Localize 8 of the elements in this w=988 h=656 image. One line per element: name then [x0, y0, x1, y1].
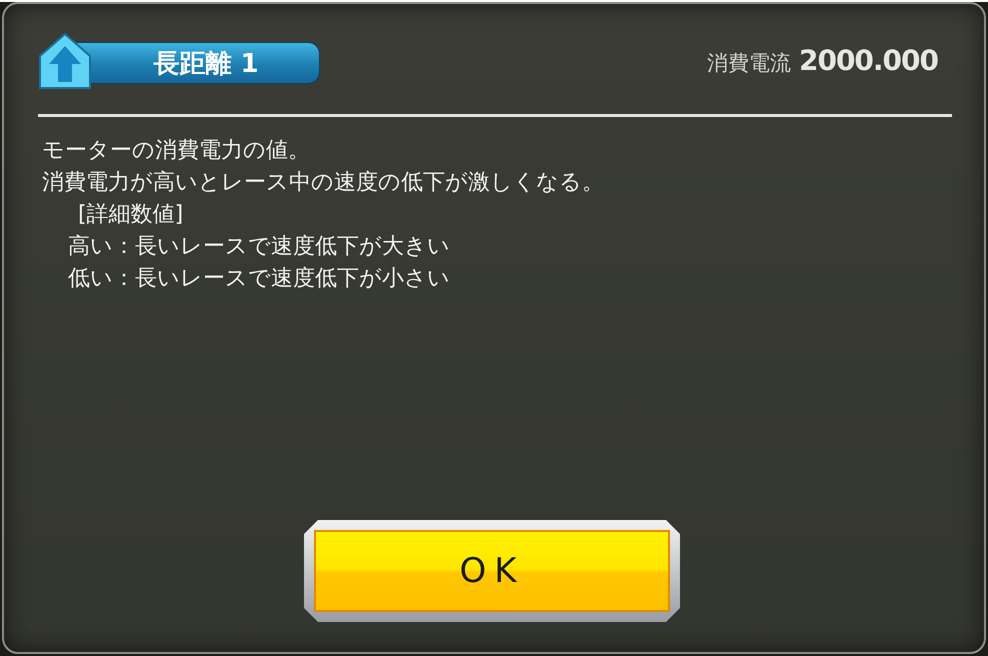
description-line: 消費電力が高いとレース中の速度の低下が激しくなる。: [41, 169, 605, 197]
description-line: モーターの消費電力の値。: [41, 137, 311, 165]
description-line: 低い：長いレースで速度低下が小さい: [67, 265, 451, 293]
description-line: 高い：長いレースで速度低下が大きい: [67, 233, 451, 261]
stat-label: 消費電流: [706, 50, 791, 76]
description-line: [詳細数値]: [77, 201, 184, 229]
house-arrow-icon: [38, 32, 92, 90]
stat-value: 2000.000: [798, 44, 938, 76]
